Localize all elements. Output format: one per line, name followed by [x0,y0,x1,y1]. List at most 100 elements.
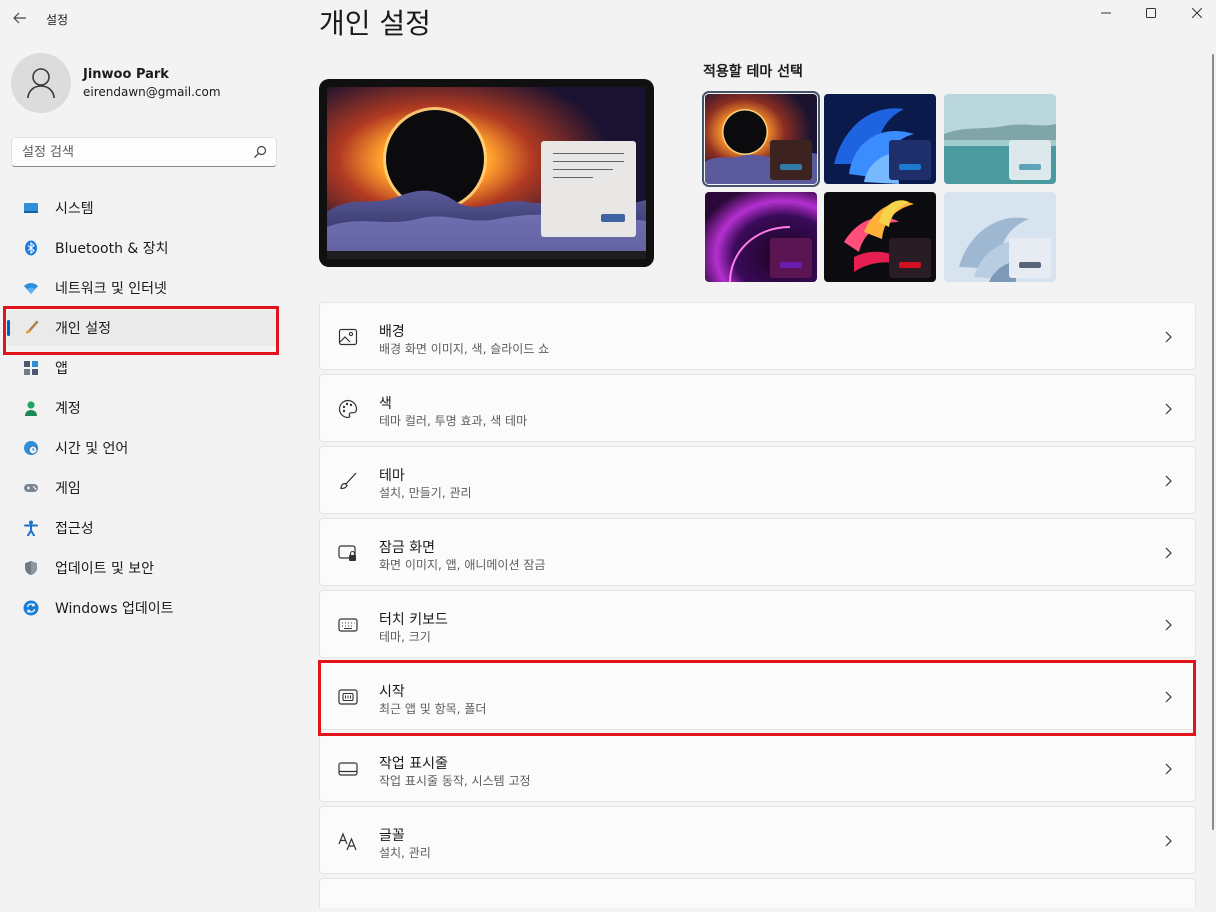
settings-item-touch-keyboard[interactable]: 터치 키보드 테마, 크기 [319,590,1196,658]
search-icon[interactable] [253,145,267,159]
sidebar-item-bluetooth[interactable]: Bluetooth & 장치 [7,230,277,266]
start-icon [338,689,358,705]
settings-item-title: 잠금 화면 [379,540,435,556]
theme-lake[interactable] [944,94,1056,184]
brush-icon [26,320,39,334]
maximize-button[interactable] [1128,0,1174,26]
taskbar-icon [338,762,358,776]
sidebar-item-update-security[interactable]: 업데이트 및 보안 [7,550,277,586]
settings-item-lock-screen[interactable]: 잠금 화면 화면 이미지, 앱, 애니메이션 잠금 [319,518,1196,586]
theme-mini-window [1009,238,1051,278]
sidebar-item-accounts[interactable]: 계정 [7,390,277,426]
settings-item-subtitle: 테마 컬러, 투명 효과, 색 테마 [379,414,528,428]
theme-flower[interactable] [824,192,936,282]
shield-icon [25,561,37,575]
wifi-icon [24,283,38,294]
sidebar-item-gaming[interactable]: 게임 [7,470,277,506]
sidebar-item-label: 앱 [55,361,68,377]
font-icon [338,832,357,851]
sync-icon [23,600,39,616]
chevron-right-icon [1165,619,1172,631]
search-box[interactable] [11,137,277,167]
theme-eclipse[interactable] [702,91,820,187]
theme-mini-window [770,140,812,180]
theme-mini-bar [899,164,921,170]
page-title: 개인 설정 [319,7,431,40]
theme-mini-window [1009,140,1051,180]
sidebar-item-system[interactable]: 시스템 [7,190,277,226]
selection-indicator [7,320,10,336]
system-icon [24,203,38,213]
title-bar: 설정 [0,0,1216,38]
chevron-right-icon [1165,835,1172,847]
sidebar-nav: 시스템 Bluetooth & 장치 네트워크 및 인터넷 개인 설정 앱 계정… [7,190,277,630]
chevron-right-icon [1165,331,1172,343]
scrollbar[interactable] [1212,54,1214,830]
sidebar-item-label: 게임 [55,481,81,497]
back-button[interactable] [8,6,32,30]
sidebar-item-apps[interactable]: 앱 [7,350,277,386]
close-icon [1192,8,1202,18]
settings-item-title: 색 [379,396,392,412]
sidebar-item-label: 시간 및 언어 [55,441,129,457]
maximize-icon [1146,8,1156,18]
settings-item-themes[interactable]: 테마 설치, 만들기, 관리 [319,446,1196,514]
avatar[interactable] [11,53,71,113]
sidebar-item-time-language[interactable]: 시간 및 언어 [7,430,277,466]
settings-item-subtitle: 작업 표시줄 동작, 시스템 고정 [379,774,531,788]
theme-preview [319,79,654,267]
user-email: eirendawn@gmail.com [83,85,221,99]
preview-button [601,214,625,222]
settings-item-subtitle: 최근 앱 및 항목, 폴더 [379,702,487,716]
settings-item-background[interactable]: 배경 배경 화면 이미지, 색, 슬라이드 쇼 [319,302,1196,370]
theme-purple-glow[interactable] [705,192,817,282]
settings-item-fonts[interactable]: 글꼴 설치, 관리 [319,806,1196,874]
preview-taskbar [327,251,646,259]
chevron-right-icon [1165,763,1172,775]
sidebar-item-label: 시스템 [55,201,94,217]
sidebar-item-label: 개인 설정 [55,321,111,337]
settings-item-partial[interactable] [319,878,1196,908]
user-icon [27,68,55,99]
minimize-button[interactable] [1083,0,1129,26]
chevron-right-icon [1165,475,1172,487]
settings-item-title: 시작 [379,684,405,700]
settings-item-title: 테마 [379,468,405,484]
chevron-right-icon [1165,403,1172,415]
theme-mini-bar [780,164,802,170]
theme-mini-window [889,238,931,278]
settings-item-subtitle: 화면 이미지, 앱, 애니메이션 잠금 [379,558,546,572]
preview-line [553,169,613,170]
settings-item-title: 글꼴 [379,828,405,844]
sidebar-item-accessibility[interactable]: 접근성 [7,510,277,546]
apps-icon [24,361,38,375]
settings-item-subtitle: 테마, 크기 [379,630,431,644]
theme-bloom-light[interactable] [944,192,1056,282]
sidebar-item-label: Windows 업데이트 [55,601,174,617]
settings-item-subtitle: 배경 화면 이미지, 색, 슬라이드 쇼 [379,342,550,356]
settings-item-title: 작업 표시줄 [379,756,448,772]
gamepad-icon [24,484,38,492]
preview-window [541,141,636,237]
sidebar-item-windows-update[interactable]: Windows 업데이트 [7,590,277,626]
theme-mini-bar [899,262,921,268]
search-input[interactable] [22,143,242,161]
sidebar-item-network[interactable]: 네트워크 및 인터넷 [7,270,277,306]
theme-bloom-blue[interactable] [824,94,936,184]
keyboard-icon [338,618,358,632]
image-icon [338,328,358,346]
settings-item-start[interactable]: 시작 최근 앱 및 항목, 폴더 [319,662,1196,730]
settings-item-colors[interactable]: 색 테마 컬러, 투명 효과, 색 테마 [319,374,1196,442]
settings-item-taskbar[interactable]: 작업 표시줄 작업 표시줄 동작, 시스템 고정 [319,734,1196,802]
themes-title: 적용할 테마 선택 [703,64,803,80]
sidebar-item-personalization[interactable]: 개인 설정 [7,310,277,346]
close-button[interactable] [1174,0,1216,26]
sidebar-item-label: 접근성 [55,521,94,537]
theme-mini-bar [780,262,802,268]
theme-mini-bar [1019,164,1041,170]
accessibility-icon [24,520,38,536]
theme-mini-bar [1019,262,1041,268]
lock-screen-icon [338,545,356,561]
settings-item-subtitle: 설치, 만들기, 관리 [379,486,472,500]
preview-line [553,177,593,178]
